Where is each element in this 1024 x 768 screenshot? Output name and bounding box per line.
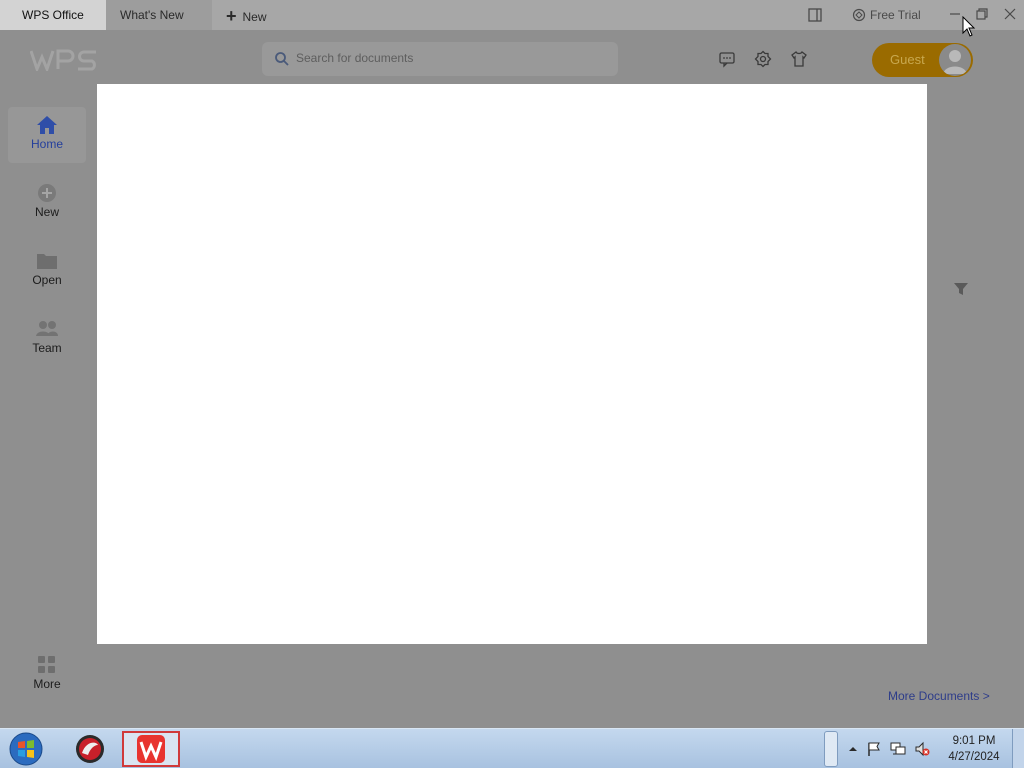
tray-scroll[interactable] <box>824 731 838 767</box>
sidebar-item-more[interactable]: More <box>8 647 86 703</box>
windows-start-icon[interactable] <box>8 731 44 767</box>
gift-icon <box>852 8 866 22</box>
search-icon <box>275 52 289 66</box>
mouse-cursor-icon <box>962 16 976 37</box>
free-trial-button[interactable]: Free Trial <box>852 0 921 30</box>
sidebar-item-label: Team <box>32 341 62 355</box>
free-trial-label: Free Trial <box>870 8 921 22</box>
sidebar-item-label: New <box>34 205 59 219</box>
search-input[interactable]: Search for documents <box>296 51 413 65</box>
apps-grid-icon <box>38 656 55 673</box>
wps-logo <box>30 49 96 71</box>
tab-bar: WPS Office What's New + New Free Trial <box>0 0 1024 30</box>
guest-label: Guest <box>890 52 925 67</box>
window-layout-icon[interactable] <box>807 7 823 23</box>
volume-muted-icon[interactable] <box>914 741 930 757</box>
plus-icon: + <box>226 6 237 26</box>
guest-button[interactable]: Guest <box>872 43 973 77</box>
home-icon <box>37 116 57 134</box>
plus-circle-icon <box>38 184 56 202</box>
filter-icon[interactable] <box>952 280 970 298</box>
gear-icon[interactable] <box>754 50 772 68</box>
taskbar-app-antivirus[interactable] <box>62 731 120 767</box>
search-box[interactable]: Search for documents <box>262 42 618 76</box>
sidebar-item-open[interactable]: Open <box>8 243 86 299</box>
sidebar-item-team[interactable]: Team <box>8 311 86 367</box>
blank-dialog <box>97 84 927 644</box>
close-icon[interactable] <box>1001 5 1019 23</box>
sidebar-item-new[interactable]: New <box>8 175 86 231</box>
header: Search for documents Guest <box>0 30 1024 88</box>
user-icon <box>943 50 967 74</box>
system-clock[interactable]: 9:01 PM 4/27/2024 <box>942 733 1006 765</box>
sidebar-item-label: Open <box>32 273 62 287</box>
sidebar-item-label: More <box>33 677 61 691</box>
network-icon[interactable] <box>890 741 906 757</box>
clock-date: 4/27/2024 <box>948 751 1000 763</box>
show-hidden-icons-icon[interactable] <box>845 741 861 757</box>
chat-icon[interactable] <box>718 50 736 68</box>
shield-app-icon <box>76 735 104 763</box>
wps-app-icon <box>137 735 165 763</box>
new-tab-label: New <box>242 10 267 24</box>
sidebar-item-home[interactable]: Home <box>8 107 86 163</box>
more-documents-link[interactable]: More Documents > <box>888 689 990 703</box>
folder-icon <box>37 254 57 269</box>
tab-whats-new[interactable]: What's New <box>106 0 212 30</box>
shirt-icon[interactable] <box>790 50 808 68</box>
avatar <box>939 44 971 76</box>
clock-time: 9:01 PM <box>952 735 996 747</box>
sidebar-item-label: Home <box>30 137 63 151</box>
team-icon <box>36 321 58 336</box>
action-center-flag-icon[interactable] <box>866 741 882 757</box>
show-desktop-button[interactable] <box>1012 729 1024 768</box>
new-tab-button[interactable]: + New <box>226 0 267 30</box>
tab-wps-office[interactable]: WPS Office <box>0 0 106 30</box>
taskbar-app-wps[interactable] <box>122 731 180 767</box>
taskbar: 9:01 PM 4/27/2024 <box>0 728 1024 768</box>
